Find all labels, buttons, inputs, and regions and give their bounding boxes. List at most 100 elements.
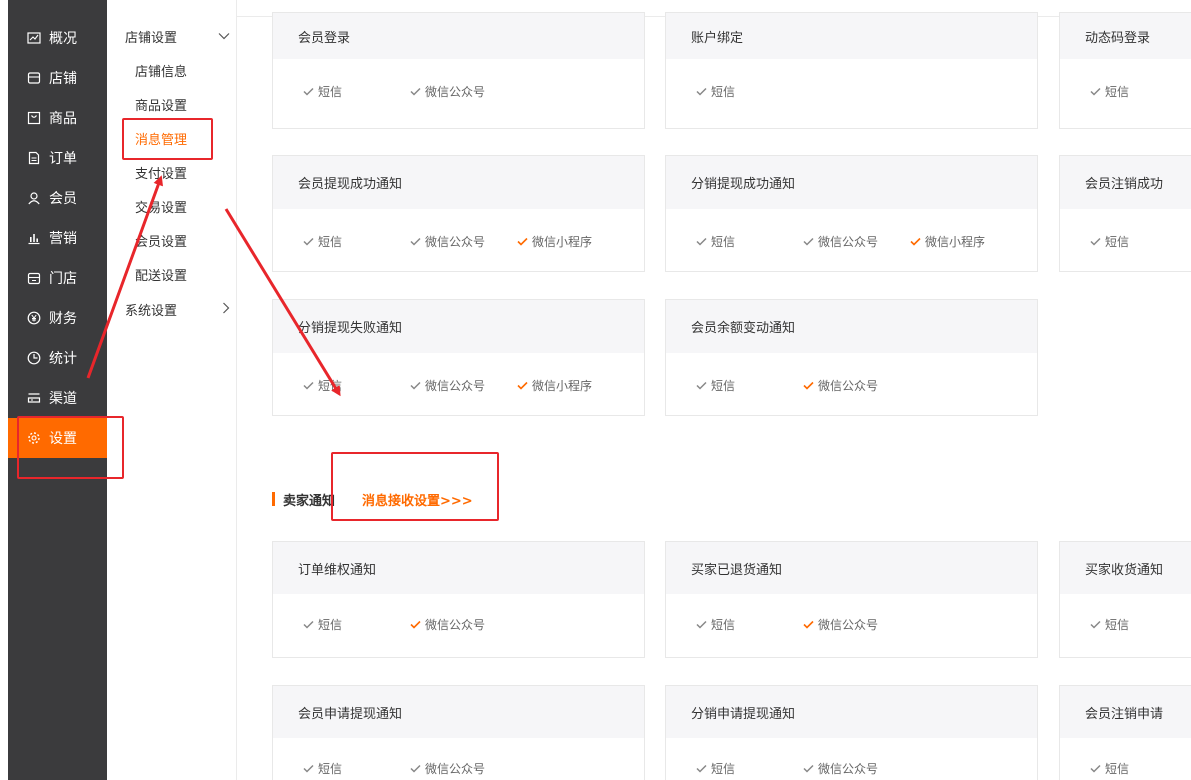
option-sms[interactable]: 短信: [694, 760, 735, 777]
nav-item-channels[interactable]: 渠道: [8, 378, 107, 418]
nav-item-orders[interactable]: 订单: [8, 138, 107, 178]
option-sms[interactable]: 短信: [1088, 233, 1129, 250]
check-icon: [1088, 235, 1102, 249]
notice-card: 会员申请提现通知 短信 微信公众号: [272, 685, 645, 780]
check-icon: [694, 762, 708, 776]
nav-label: 店铺: [49, 71, 77, 87]
option-wechat-mp[interactable]: 微信公众号: [408, 83, 485, 100]
option-sms[interactable]: 短信: [694, 83, 735, 100]
option-wechat-mp[interactable]: 微信公众号: [408, 616, 485, 633]
option-wechat-mp[interactable]: 微信公众号: [408, 233, 485, 250]
check-icon: [301, 235, 315, 249]
option-wechat-mp[interactable]: 微信公众号: [408, 760, 485, 777]
option-label: 微信公众号: [425, 618, 486, 632]
option-sms[interactable]: 短信: [301, 377, 342, 394]
card-title: 账户绑定: [666, 13, 1037, 59]
chevron-right-icon: [222, 302, 230, 318]
submenu-item-message-management[interactable]: 消息管理: [135, 129, 187, 148]
nav-item-settings[interactable]: 设置: [8, 418, 107, 458]
nav-item-shops[interactable]: 门店: [8, 258, 107, 298]
card-title: 订单维权通知: [273, 542, 644, 594]
check-icon: [408, 235, 422, 249]
submenu-item-goods-settings[interactable]: 商品设置: [135, 95, 187, 114]
option-sms[interactable]: 短信: [301, 233, 342, 250]
check-icon: [694, 379, 708, 393]
check-icon: [301, 379, 315, 393]
option-wechat-mini[interactable]: 微信小程序: [515, 233, 592, 250]
submenu-item-payment-settings[interactable]: 支付设置: [135, 163, 187, 182]
main-sidebar: 概况 店铺 商品 订单 会员 营销 门店 财务 统计 渠道 设置: [8, 0, 107, 780]
option-sms[interactable]: 短信: [301, 760, 342, 777]
submenu-group-system-settings[interactable]: 系统设置: [125, 300, 230, 319]
option-sms[interactable]: 短信: [1088, 616, 1129, 633]
nav-label: 会员: [49, 191, 77, 207]
check-icon: [801, 235, 815, 249]
option-label: 短信: [711, 235, 736, 249]
check-icon: [1088, 762, 1102, 776]
check-icon-checked: [408, 618, 422, 632]
check-icon: [301, 618, 315, 632]
nav-label: 概况: [49, 31, 77, 47]
nav-item-finance[interactable]: 财务: [8, 298, 107, 338]
option-label: 微信公众号: [425, 85, 486, 99]
section-title-text: 卖家通知: [283, 493, 336, 509]
check-icon: [694, 235, 708, 249]
option-wechat-mp[interactable]: 微信公众号: [801, 377, 878, 394]
nav-item-members[interactable]: 会员: [8, 178, 107, 218]
option-label: 微信公众号: [425, 762, 486, 776]
nav-label: 门店: [49, 271, 77, 287]
chart-icon: [26, 30, 42, 46]
option-label: 短信: [1105, 235, 1130, 249]
notice-card: 会员登录 短信 微信公众号: [272, 12, 645, 129]
option-sms[interactable]: 短信: [1088, 760, 1129, 777]
notice-card: 买家已退货通知 短信 微信公众号: [665, 541, 1038, 658]
message-receive-settings-link[interactable]: 消息接收设置>>>: [362, 490, 473, 509]
bar-chart-icon: [26, 230, 42, 246]
nav-item-marketing[interactable]: 营销: [8, 218, 107, 258]
submenu-item-trade-settings[interactable]: 交易设置: [135, 197, 187, 216]
nav-label: 商品: [49, 111, 77, 127]
option-label: 短信: [318, 618, 343, 632]
nav-label: 营销: [49, 231, 77, 247]
option-label: 微信公众号: [818, 379, 879, 393]
gear-icon: [26, 430, 42, 446]
notice-card: 会员注销成功 短信: [1059, 155, 1191, 272]
option-wechat-mp[interactable]: 微信公众号: [801, 760, 878, 777]
nav-label: 渠道: [49, 391, 77, 407]
notice-card: 订单维权通知 短信 微信公众号: [272, 541, 645, 658]
check-icon: [1088, 85, 1102, 99]
left-edge: [0, 0, 8, 780]
check-icon: [694, 85, 708, 99]
order-icon: [26, 150, 42, 166]
submenu-item-store-info[interactable]: 店铺信息: [135, 61, 187, 80]
nav-label: 统计: [49, 351, 77, 367]
option-sms[interactable]: 短信: [1088, 83, 1129, 100]
nav-item-statistics[interactable]: 统计: [8, 338, 107, 378]
option-sms[interactable]: 短信: [301, 83, 342, 100]
notice-card: 分销提现失败通知 短信 微信公众号 微信小程序: [272, 299, 645, 416]
option-wechat-mini[interactable]: 微信小程序: [908, 233, 985, 250]
option-wechat-mini[interactable]: 微信小程序: [515, 377, 592, 394]
nav-item-overview[interactable]: 概况: [8, 18, 107, 58]
submenu-item-member-settings[interactable]: 会员设置: [135, 231, 187, 250]
notice-card: 账户绑定 短信: [665, 12, 1038, 129]
card-title: 分销提现失败通知: [273, 300, 644, 353]
check-icon-checked: [801, 618, 815, 632]
submenu-item-delivery-settings[interactable]: 配送设置: [135, 265, 187, 284]
option-sms[interactable]: 短信: [694, 616, 735, 633]
option-wechat-mp[interactable]: 微信公众号: [801, 616, 878, 633]
nav-item-store[interactable]: 店铺: [8, 58, 107, 98]
card-title: 会员余额变动通知: [666, 300, 1037, 353]
option-sms[interactable]: 短信: [694, 233, 735, 250]
option-sms[interactable]: 短信: [301, 616, 342, 633]
option-wechat-mp[interactable]: 微信公众号: [408, 377, 485, 394]
card-title: 买家已退货通知: [666, 542, 1037, 594]
card-title: 会员提现成功通知: [273, 156, 644, 209]
option-sms[interactable]: 短信: [694, 377, 735, 394]
option-wechat-mp[interactable]: 微信公众号: [801, 233, 878, 250]
check-icon: [408, 762, 422, 776]
check-icon-checked: [908, 235, 922, 249]
nav-item-goods[interactable]: 商品: [8, 98, 107, 138]
option-label: 短信: [318, 85, 343, 99]
submenu-group-store-settings[interactable]: 店铺设置: [125, 27, 230, 46]
